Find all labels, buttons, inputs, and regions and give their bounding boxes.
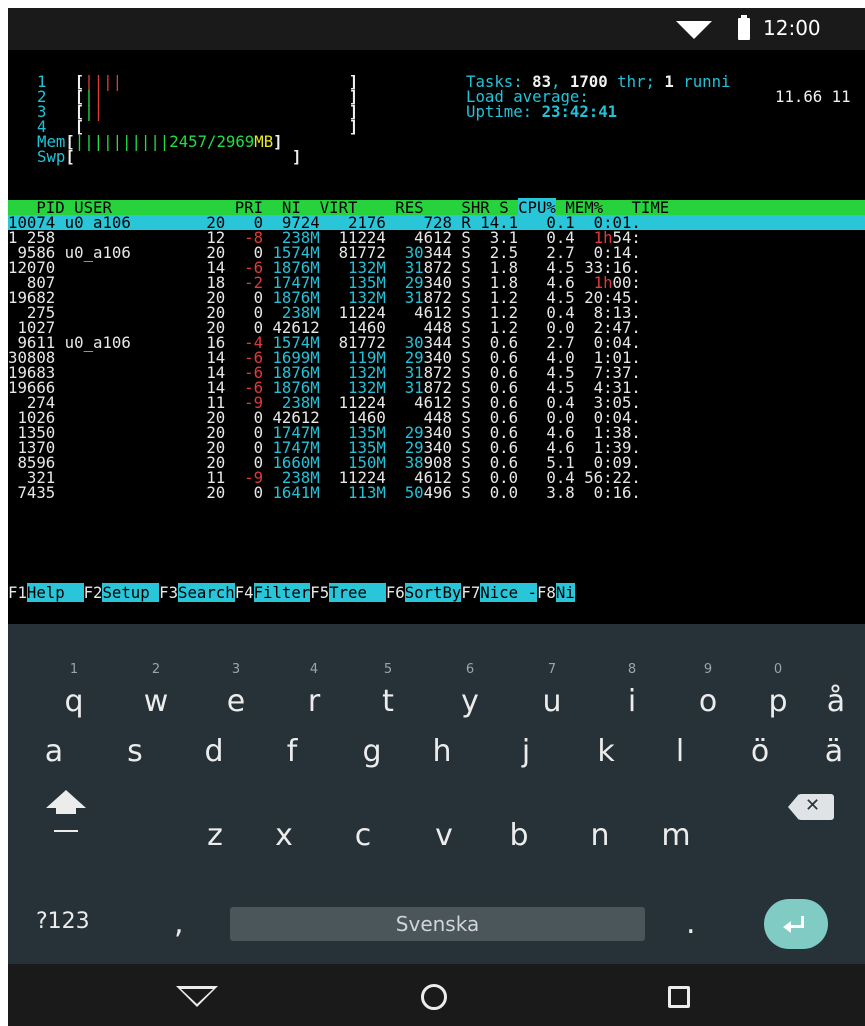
- backspace-icon: ✕: [805, 795, 821, 816]
- key-j[interactable]: j: [501, 734, 551, 770]
- key-b[interactable]: b: [494, 818, 544, 854]
- key-a[interactable]: a: [29, 734, 79, 770]
- key-y[interactable]: 6y: [445, 662, 495, 720]
- home-icon[interactable]: [421, 984, 447, 1010]
- fkey-f8[interactable]: F8Ni: [537, 583, 575, 602]
- period-key[interactable]: .: [686, 906, 696, 941]
- fkey-f5[interactable]: F5Tree: [310, 583, 386, 602]
- key-g[interactable]: g: [347, 734, 397, 770]
- cell-user: [55, 483, 178, 502]
- htop-terminal[interactable]: 1 [|||| ] 2 [|| ] 3 [|| ] 4 [ ] Mem[||||||||…: [8, 50, 865, 624]
- swap-meter: Swp[ ]: [37, 147, 302, 166]
- key-o[interactable]: 9o: [683, 662, 733, 720]
- key-t[interactable]: 5t: [363, 662, 413, 720]
- fkey-f1[interactable]: F1Help: [8, 583, 84, 602]
- key-ö[interactable]: ö: [735, 734, 785, 770]
- fkey-f3[interactable]: F3Search: [159, 583, 235, 602]
- status-bar: 12:00: [8, 8, 865, 50]
- status-clock: 12:00: [763, 16, 821, 40]
- key-i[interactable]: 8i: [607, 662, 657, 720]
- key-x[interactable]: x: [259, 818, 309, 854]
- onscreen-keyboard[interactable]: 1q 2w 3e 4r 5t 6y 7u 8i 9o 0på asdfghjklöä zxcvbn…: [8, 624, 865, 964]
- key-p[interactable]: 0p: [753, 662, 803, 720]
- key-q[interactable]: 1q: [49, 662, 99, 720]
- key-r[interactable]: 4r: [289, 662, 339, 720]
- key-v[interactable]: v: [419, 818, 469, 854]
- battery-icon: [738, 15, 750, 40]
- cell-pid: 7435: [8, 483, 56, 502]
- key-c[interactable]: c: [338, 818, 388, 854]
- cell-time: 0:16.: [574, 483, 641, 502]
- key-e[interactable]: 3e: [211, 662, 261, 720]
- wifi-icon: [676, 21, 712, 39]
- fkey-f6[interactable]: F6SortBy: [386, 583, 462, 602]
- cell-ni: 0: [225, 483, 264, 502]
- uptime-line: Uptime: 23:42:41: [466, 102, 618, 121]
- key-u[interactable]: 7u: [527, 662, 577, 720]
- fkey-f2[interactable]: F2Setup: [84, 583, 160, 602]
- space-key[interactable]: Svenska: [230, 907, 645, 941]
- key-l[interactable]: l: [655, 734, 705, 770]
- cell-s: S: [451, 483, 471, 502]
- key-h[interactable]: h: [417, 734, 467, 770]
- key-z[interactable]: z: [190, 818, 240, 854]
- key-d[interactable]: d: [189, 734, 239, 770]
- cell-shr: 50496: [385, 483, 452, 502]
- enter-key[interactable]: [764, 899, 828, 949]
- cell-cpu: 0.0: [470, 483, 519, 502]
- navigation-bar: [8, 964, 865, 1026]
- key-ä[interactable]: ä: [809, 734, 859, 770]
- comma-key[interactable]: ,: [174, 906, 184, 941]
- key-w[interactable]: 2w: [131, 662, 181, 720]
- backspace-key[interactable]: ✕: [788, 794, 834, 820]
- load-average-values: 11.66 11: [775, 87, 851, 106]
- function-key-bar[interactable]: F1Help F2Setup F3SearchF4FilterF5Tree F6…: [8, 583, 575, 602]
- cell-virt: 1641M: [263, 483, 320, 502]
- key-f[interactable]: f: [267, 734, 317, 770]
- key-n[interactable]: n: [575, 818, 625, 854]
- phone-screen: 12:00 1 [|||| ] 2 [|| ] 3 [|| ] 4 [ ] Mem[||…: [8, 8, 865, 1026]
- key-å[interactable]: å: [811, 684, 861, 720]
- key-k[interactable]: k: [581, 734, 631, 770]
- recents-icon[interactable]: [668, 986, 690, 1008]
- cell-mem: 3.8: [518, 483, 575, 502]
- shift-key[interactable]: [46, 790, 90, 840]
- fkey-f4[interactable]: F4Filter: [235, 583, 311, 602]
- key-s[interactable]: s: [110, 734, 160, 770]
- key-m[interactable]: m: [651, 818, 701, 854]
- table-row[interactable]: 7435 20 0 1641M 113M 50496 S 0.0 3.8 0:1…: [8, 483, 641, 502]
- fkey-f7[interactable]: F7Nice -: [461, 583, 537, 602]
- back-icon[interactable]: [176, 986, 218, 1007]
- symbols-key[interactable]: ?123: [36, 909, 90, 934]
- cell-res: 113M: [319, 483, 386, 502]
- cell-pri: 20: [178, 483, 226, 502]
